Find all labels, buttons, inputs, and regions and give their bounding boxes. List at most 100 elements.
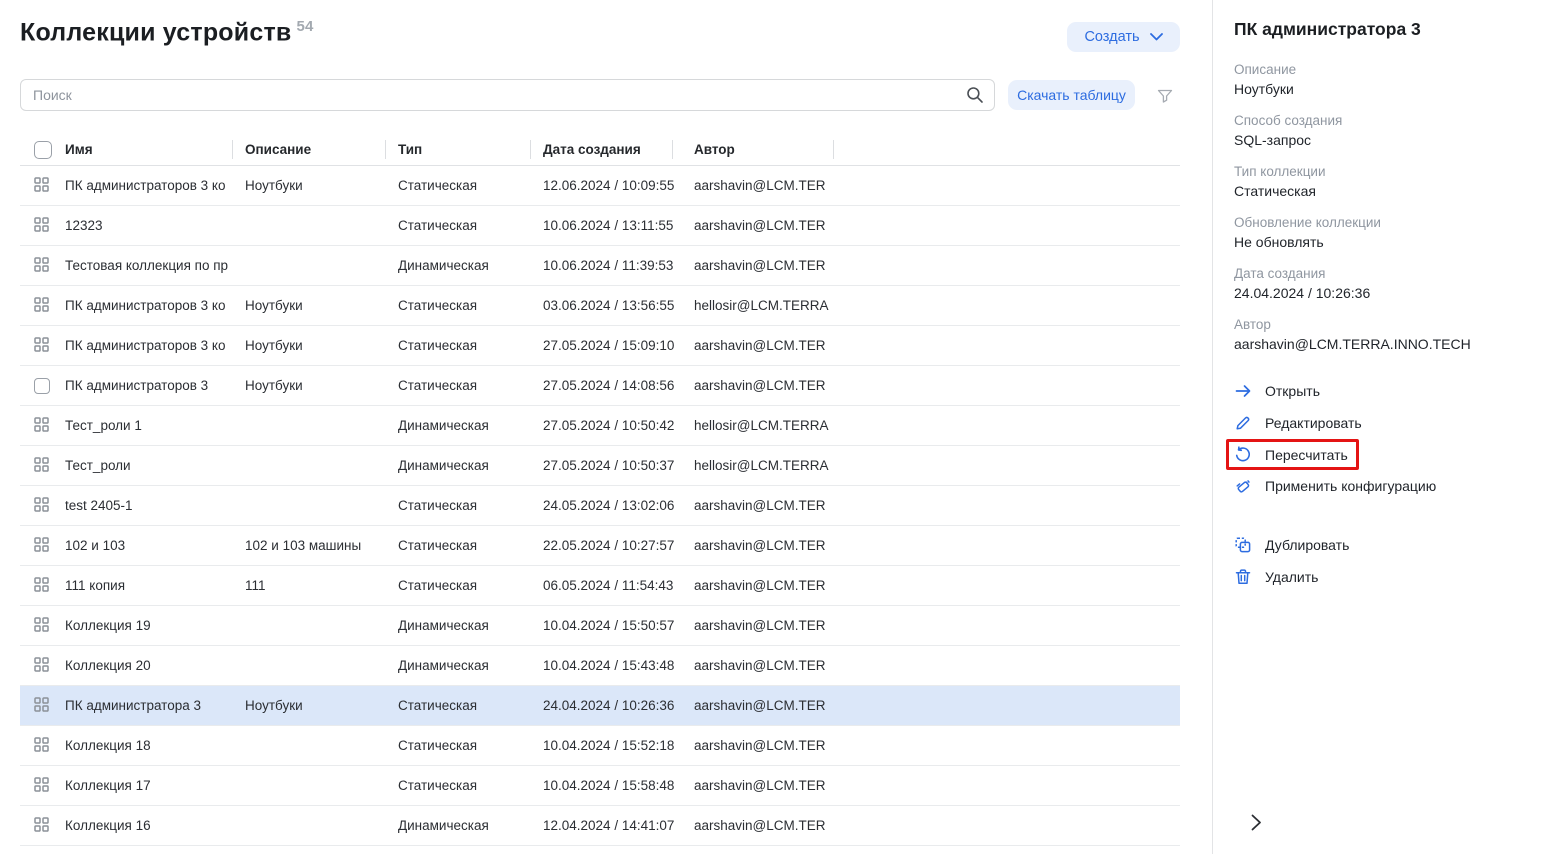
table-row[interactable]: ПК администраторов 3 ко Ноутбуки Статиче…	[20, 286, 1180, 326]
table-row[interactable]: Коллекция 16 Динамическая 12.04.2024 / 1…	[20, 806, 1180, 846]
table-row[interactable]: Коллекция 18 Статическая 10.04.2024 / 15…	[20, 726, 1180, 766]
table-row[interactable]: test 2405-1 Статическая 24.05.2024 / 13:…	[20, 486, 1180, 526]
row-author: aarshavin@LCM.TER	[694, 778, 1041, 793]
row-created-date: 10.04.2024 / 15:58:48	[543, 778, 694, 793]
table-row[interactable]: 12323 Статическая 10.06.2024 / 13:11:55 …	[20, 206, 1180, 246]
table-row[interactable]: Коллекция 17 Статическая 10.04.2024 / 15…	[20, 766, 1180, 806]
row-type: Статическая	[398, 738, 543, 753]
column-header-author[interactable]: Автор	[694, 142, 1041, 157]
column-divider	[232, 140, 233, 159]
create-button[interactable]: Создать	[1067, 22, 1180, 52]
row-created-date: 06.05.2024 / 11:54:43	[543, 578, 694, 593]
row-name: Коллекция 16	[65, 818, 245, 833]
edit-icon	[1234, 414, 1252, 432]
search-field	[20, 79, 995, 111]
table-row[interactable]: ПК администратора 3 Ноутбуки Статическая…	[20, 686, 1180, 726]
panel-action[interactable]: Пересчитать	[1226, 439, 1359, 470]
panel-action-label: Удалить	[1265, 569, 1318, 585]
row-author: aarshavin@LCM.TER	[694, 378, 1041, 393]
row-checkbox[interactable]	[34, 378, 50, 394]
row-name: 111 копия	[65, 578, 245, 593]
column-header-description[interactable]: Описание	[245, 142, 398, 157]
recalculate-icon	[1234, 446, 1252, 464]
row-author: aarshavin@LCM.TER	[694, 538, 1041, 553]
row-name: test 2405-1	[65, 498, 245, 513]
collapse-panel-button[interactable]	[1247, 814, 1265, 832]
row-type: Статическая	[398, 578, 543, 593]
row-created-date: 10.06.2024 / 13:11:55	[543, 218, 694, 233]
detail-field-value: SQL-запрос	[1234, 132, 1544, 149]
row-name: ПК администраторов 3 ко	[65, 338, 245, 353]
download-table-button[interactable]: Скачать таблицу	[1008, 80, 1135, 110]
row-name: Коллекция 20	[65, 658, 245, 673]
panel-actions-secondary: Дублировать Удалить	[1234, 529, 1565, 593]
table-body: ПК администраторов 3 ко Ноутбуки Статиче…	[20, 166, 1180, 846]
search-icon[interactable]	[966, 86, 984, 104]
detail-field: Описание Ноутбуки	[1234, 61, 1544, 98]
row-created-date: 10.04.2024 / 15:43:48	[543, 658, 694, 673]
panel-action[interactable]: Редактировать	[1234, 407, 1372, 439]
table-row[interactable]: Коллекция 19 Динамическая 10.04.2024 / 1…	[20, 606, 1180, 646]
search-input[interactable]	[20, 79, 995, 111]
table-row[interactable]: Коллекция 20 Динамическая 10.04.2024 / 1…	[20, 646, 1180, 686]
row-created-date: 27.05.2024 / 15:09:10	[543, 338, 694, 353]
collections-page: Коллекции устройств54 Создать Скачать та…	[0, 0, 1212, 854]
row-created-date: 24.05.2024 / 13:02:06	[543, 498, 694, 513]
row-type: Статическая	[398, 778, 543, 793]
column-header-name[interactable]: Имя	[65, 142, 245, 157]
table-row[interactable]: Тест_роли Динамическая 27.05.2024 / 10:5…	[20, 446, 1180, 486]
row-type: Динамическая	[398, 258, 543, 273]
row-created-date: 27.05.2024 / 14:08:56	[543, 378, 694, 393]
open-icon	[1234, 382, 1252, 400]
details-fields: Описание Ноутбуки Способ создания SQL-за…	[1234, 61, 1544, 353]
collection-grid-icon	[34, 617, 49, 635]
detail-field-label: Тип коллекции	[1234, 163, 1544, 180]
row-created-date: 24.04.2024 / 10:26:36	[543, 698, 694, 713]
detail-field-label: Обновление коллекции	[1234, 214, 1544, 231]
collection-grid-icon	[34, 497, 49, 515]
row-author: hellosir@LCM.TERRA	[694, 418, 1041, 433]
panel-action-label: Дублировать	[1265, 537, 1349, 553]
detail-field: Обновление коллекции Не обновлять	[1234, 214, 1544, 251]
filter-funnel-icon	[1156, 93, 1174, 108]
row-name: Коллекция 18	[65, 738, 245, 753]
collection-grid-icon	[34, 657, 49, 675]
table-row[interactable]: ПК администраторов 3 ко Ноутбуки Статиче…	[20, 166, 1180, 206]
panel-action[interactable]: Открыть	[1234, 375, 1330, 407]
collection-grid-icon	[34, 457, 49, 475]
table-row[interactable]: Тестовая коллекция по пр Динамическая 10…	[20, 246, 1180, 286]
collection-grid-icon	[34, 777, 49, 795]
panel-action-label: Редактировать	[1265, 415, 1362, 431]
table-row[interactable]: ПК администраторов 3 Ноутбуки Статическа…	[20, 366, 1180, 406]
row-name: ПК администраторов 3 ко	[65, 298, 245, 313]
row-author: hellosir@LCM.TERRA	[694, 298, 1041, 313]
collection-grid-icon	[34, 537, 49, 555]
row-created-date: 27.05.2024 / 10:50:37	[543, 458, 694, 473]
table-row[interactable]: Тест_роли 1 Динамическая 27.05.2024 / 10…	[20, 406, 1180, 446]
collection-grid-icon	[34, 817, 49, 835]
table-row[interactable]: 102 и 103 102 и 103 машины Статическая 2…	[20, 526, 1180, 566]
collection-grid-icon	[34, 297, 49, 315]
row-type: Динамическая	[398, 458, 543, 473]
panel-action-label: Применить конфигурацию	[1265, 478, 1436, 494]
filter-button[interactable]	[1152, 84, 1178, 110]
panel-action[interactable]: Дублировать	[1234, 529, 1359, 561]
row-author: hellosir@LCM.TERRA	[694, 458, 1041, 473]
row-name: ПК администратора 3	[65, 698, 245, 713]
panel-actions-primary: Открыть Редактировать Пересчитать Примен…	[1234, 375, 1565, 502]
row-type: Статическая	[398, 698, 543, 713]
table-row[interactable]: ПК администраторов 3 ко Ноутбуки Статиче…	[20, 326, 1180, 366]
panel-action[interactable]: Удалить	[1234, 561, 1328, 593]
collection-grid-icon	[34, 217, 49, 235]
panel-action[interactable]: Применить конфигурацию	[1234, 470, 1446, 502]
row-author: aarshavin@LCM.TER	[694, 738, 1041, 753]
row-description: Ноутбуки	[245, 298, 398, 313]
column-header-type[interactable]: Тип	[398, 142, 543, 157]
select-all-checkbox[interactable]	[34, 141, 52, 159]
row-description: Ноутбуки	[245, 698, 398, 713]
table-row[interactable]: 111 копия 111 Статическая 06.05.2024 / 1…	[20, 566, 1180, 606]
row-name: ПК администраторов 3 ко	[65, 178, 245, 193]
apply-config-icon	[1234, 477, 1252, 495]
chevron-right-icon	[1249, 819, 1264, 834]
detail-field-label: Автор	[1234, 316, 1544, 333]
